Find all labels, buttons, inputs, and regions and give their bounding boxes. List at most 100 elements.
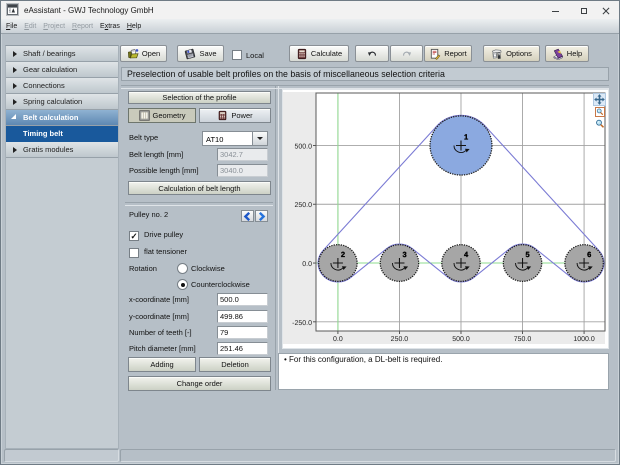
- page-subtitle: Preselection of usable belt profiles on …: [121, 67, 609, 81]
- menu-file[interactable]: File: [6, 23, 17, 30]
- local-checkbox[interactable]: [232, 50, 242, 60]
- sidebar-item-connections[interactable]: Connections: [6, 78, 118, 94]
- drive-pulley-label: Drive pulley: [144, 230, 183, 239]
- help-button-label: Help: [567, 49, 582, 58]
- belt-length-field: 3042.7: [217, 148, 268, 161]
- menu-edit[interactable]: Edit: [24, 23, 36, 30]
- svg-text:250.0: 250.0: [294, 202, 312, 209]
- drive-pulley-checkbox[interactable]: ✓: [129, 231, 139, 241]
- svg-text:1000.0: 1000.0: [573, 336, 595, 343]
- svg-text:-250.0: -250.0: [292, 320, 312, 327]
- sidebar-item-label: Spring calculation: [23, 97, 82, 106]
- sidebar-item-shaft-bearings[interactable]: Shaft / bearings: [6, 46, 118, 62]
- belt-type-dropdown[interactable]: AT10: [202, 131, 268, 146]
- zoom-window-button[interactable]: [595, 107, 605, 117]
- chevron-right-icon: [257, 212, 266, 221]
- redo-icon: [401, 48, 413, 60]
- sidebar-item-gear-calculation[interactable]: Gear calculation: [6, 62, 118, 78]
- x-coordinate-label: x-coordinate [mm]: [129, 295, 189, 304]
- sidebar-item-label: Gear calculation: [23, 65, 77, 74]
- geometry-button[interactable]: Geometry: [128, 108, 196, 123]
- sidebar-item-label: Belt calculation: [23, 113, 78, 122]
- sidebar-item-gratis-modules[interactable]: Gratis modules: [6, 142, 118, 158]
- adding-button[interactable]: Adding: [128, 357, 196, 372]
- close-button[interactable]: [602, 7, 610, 15]
- menu-help[interactable]: Help: [127, 23, 141, 30]
- app-icon: [6, 3, 19, 16]
- calculate-button-label: Calculate: [311, 49, 342, 58]
- x-coordinate-field[interactable]: 500.0: [217, 293, 268, 306]
- message-box: • For this configuration, a DL-belt is r…: [278, 353, 609, 390]
- help-button[interactable]: Help: [545, 45, 589, 62]
- chart-canvas: 0.0250.0500.0750.01000.0-250.00.0250.050…: [283, 90, 608, 348]
- status-cell-right: [120, 449, 616, 462]
- calc-belt-length-button[interactable]: Calculation of belt length: [128, 181, 271, 195]
- previous-pulley-button[interactable]: [241, 210, 254, 222]
- svg-text:5: 5: [526, 250, 530, 259]
- belt-drive-chart: 0.0250.0500.0750.01000.0-250.00.0250.050…: [282, 89, 609, 349]
- maximize-button[interactable]: [581, 8, 588, 15]
- expanded-arrow-icon: [11, 114, 16, 119]
- separator: [275, 85, 279, 390]
- clockwise-radio[interactable]: [177, 263, 188, 274]
- minimize-button[interactable]: [552, 11, 559, 12]
- sidebar-item-label: Shaft / bearings: [23, 49, 76, 58]
- collapsed-arrow-icon: [13, 83, 17, 89]
- local-checkbox-label: Local: [246, 51, 264, 60]
- redo-button[interactable]: [390, 45, 423, 62]
- flat-tensioner-label: flat tensioner: [144, 247, 187, 256]
- calculate-button[interactable]: Calculate: [289, 45, 349, 62]
- save-button-label: Save: [199, 49, 216, 58]
- open-folder-icon: [127, 48, 139, 60]
- sidebar-item-timing-belt[interactable]: Timing belt: [6, 126, 118, 142]
- svg-text:250.0: 250.0: [391, 336, 409, 343]
- report-button[interactable]: Report: [424, 45, 472, 62]
- title-bar: eAssistant - GWJ Technology GmbH: [1, 1, 619, 19]
- undo-button[interactable]: [355, 45, 389, 62]
- dropdown-arrow-button[interactable]: [252, 132, 267, 145]
- report-button-label: Report: [444, 49, 467, 58]
- zoom-reset-button[interactable]: [595, 119, 605, 129]
- svg-text:2: 2: [341, 250, 345, 259]
- sidebar-item-label: Gratis modules: [23, 145, 73, 154]
- svg-text:0.0: 0.0: [333, 336, 343, 343]
- save-button[interactable]: Save: [177, 45, 224, 62]
- svg-text:500.0: 500.0: [294, 143, 312, 150]
- menu-report[interactable]: Report: [72, 23, 93, 30]
- belt-type-label: Belt type: [129, 133, 158, 142]
- next-pulley-button[interactable]: [255, 210, 268, 222]
- svg-text:1: 1: [464, 132, 468, 141]
- chevron-down-icon: [257, 137, 263, 140]
- app-window: eAssistant - GWJ Technology GmbH File Ed…: [0, 0, 620, 465]
- svg-text:3: 3: [402, 250, 406, 259]
- magnifier-icon: [595, 119, 605, 129]
- sidebar-item-label: Timing belt: [23, 129, 63, 138]
- counterclockwise-radio[interactable]: [177, 279, 188, 290]
- open-button-label: Open: [142, 49, 160, 58]
- belt-type-value: AT10: [206, 135, 223, 144]
- options-button[interactable]: Options: [483, 45, 540, 62]
- report-document-icon: [429, 48, 441, 60]
- pitch-diameter-field[interactable]: 251.46: [217, 342, 268, 355]
- sidebar-item-spring-calculation[interactable]: Spring calculation: [6, 94, 118, 110]
- pan-tool-button[interactable]: [593, 93, 606, 106]
- y-coordinate-label: y-coordinate [mm]: [129, 312, 189, 321]
- number-of-teeth-field[interactable]: 79: [217, 326, 268, 339]
- power-button[interactable]: Power: [199, 108, 271, 123]
- collapsed-arrow-icon: [13, 147, 17, 153]
- menu-project[interactable]: Project: [43, 23, 65, 30]
- flat-tensioner-checkbox[interactable]: [129, 248, 139, 258]
- status-cell-left: [4, 449, 119, 462]
- change-order-button[interactable]: Change order: [128, 376, 271, 391]
- svg-text:6: 6: [587, 250, 591, 259]
- menu-extras[interactable]: Extras: [100, 23, 120, 30]
- open-button[interactable]: Open: [120, 45, 167, 62]
- collapsed-arrow-icon: [13, 51, 17, 57]
- sidebar-item-belt-calculation[interactable]: Belt calculation: [6, 110, 118, 126]
- svg-text:0.0: 0.0: [302, 261, 312, 268]
- deletion-button[interactable]: Deletion: [199, 357, 271, 372]
- menu-bar: File Edit Project Report Extras Help: [1, 19, 619, 34]
- y-coordinate-field[interactable]: 499.86: [217, 310, 268, 323]
- power-calculator-icon: [217, 110, 228, 121]
- selection-of-profile-button[interactable]: Selection of the profile: [128, 91, 271, 104]
